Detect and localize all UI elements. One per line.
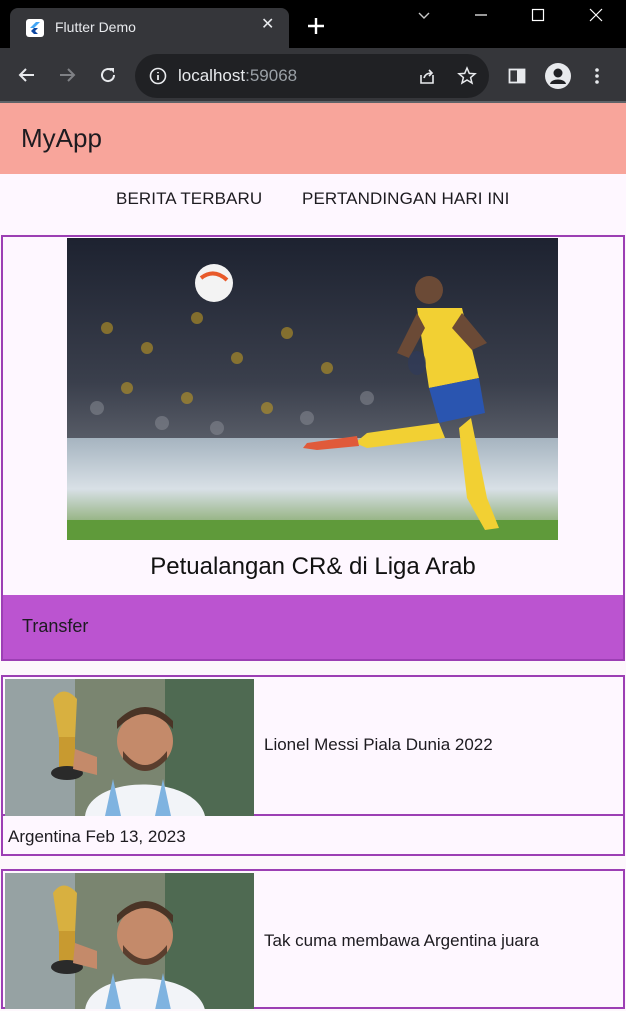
- article-header: Tak cuma membawa Argentina juara: [3, 871, 623, 1011]
- person-icon: [550, 68, 566, 84]
- minimize-icon[interactable]: [472, 6, 490, 24]
- article-title: Tak cuma membawa Argentina juara: [264, 931, 539, 950]
- url-text[interactable]: localhost:59068: [178, 66, 297, 86]
- close-tab-icon[interactable]: ✕: [261, 17, 275, 33]
- article-thumbnail: [5, 873, 254, 1009]
- flutter-icon: [26, 19, 44, 37]
- featured-image: [67, 238, 558, 540]
- bookmark-star-icon[interactable]: [457, 66, 477, 86]
- featured-article-card[interactable]: Petualangan CR& di Liga Arab Transfer: [1, 235, 625, 661]
- back-icon[interactable]: [17, 65, 37, 85]
- news-tabs: BERITA TERBARU PERTANDINGAN HARI INI: [0, 174, 626, 234]
- profile-avatar[interactable]: [545, 63, 571, 89]
- browser-tab-bar: Flutter Demo ✕: [0, 0, 626, 48]
- featured-category-label: Transfer: [22, 616, 89, 636]
- article-card[interactable]: Tak cuma membawa Argentina juara: [1, 869, 625, 1009]
- tab-pertandingan-hari-ini[interactable]: PERTANDINGAN HARI INI: [302, 189, 509, 209]
- article-title: Lionel Messi Piala Dunia 2022: [264, 735, 493, 754]
- article-header: Lionel Messi Piala Dunia 2022: [3, 677, 623, 816]
- tab-title: Flutter Demo: [55, 19, 136, 35]
- new-tab-icon[interactable]: [306, 16, 326, 36]
- tab-search-icon[interactable]: [415, 6, 433, 24]
- reload-icon[interactable]: [98, 65, 118, 85]
- featured-title: Petualangan CR& di Liga Arab: [150, 553, 476, 580]
- maximize-icon[interactable]: [529, 6, 547, 24]
- app-title: MyApp: [21, 123, 102, 153]
- article-thumbnail: [5, 679, 254, 816]
- close-window-icon[interactable]: [587, 6, 605, 24]
- forward-icon[interactable]: [57, 65, 77, 85]
- side-panel-icon[interactable]: [507, 66, 527, 86]
- featured-category-bar: Transfer: [3, 595, 623, 659]
- tab-berita-terbaru[interactable]: BERITA TERBARU: [116, 189, 262, 209]
- share-icon[interactable]: [417, 66, 437, 86]
- info-icon[interactable]: [148, 66, 168, 86]
- article-card[interactable]: Lionel Messi Piala Dunia 2022 Argentina …: [1, 675, 625, 856]
- more-menu-icon[interactable]: [587, 66, 607, 86]
- browser-tab[interactable]: Flutter Demo ✕: [10, 8, 289, 48]
- app-bar: MyApp: [0, 103, 626, 174]
- article-meta: Argentina Feb 13, 2023: [8, 827, 186, 846]
